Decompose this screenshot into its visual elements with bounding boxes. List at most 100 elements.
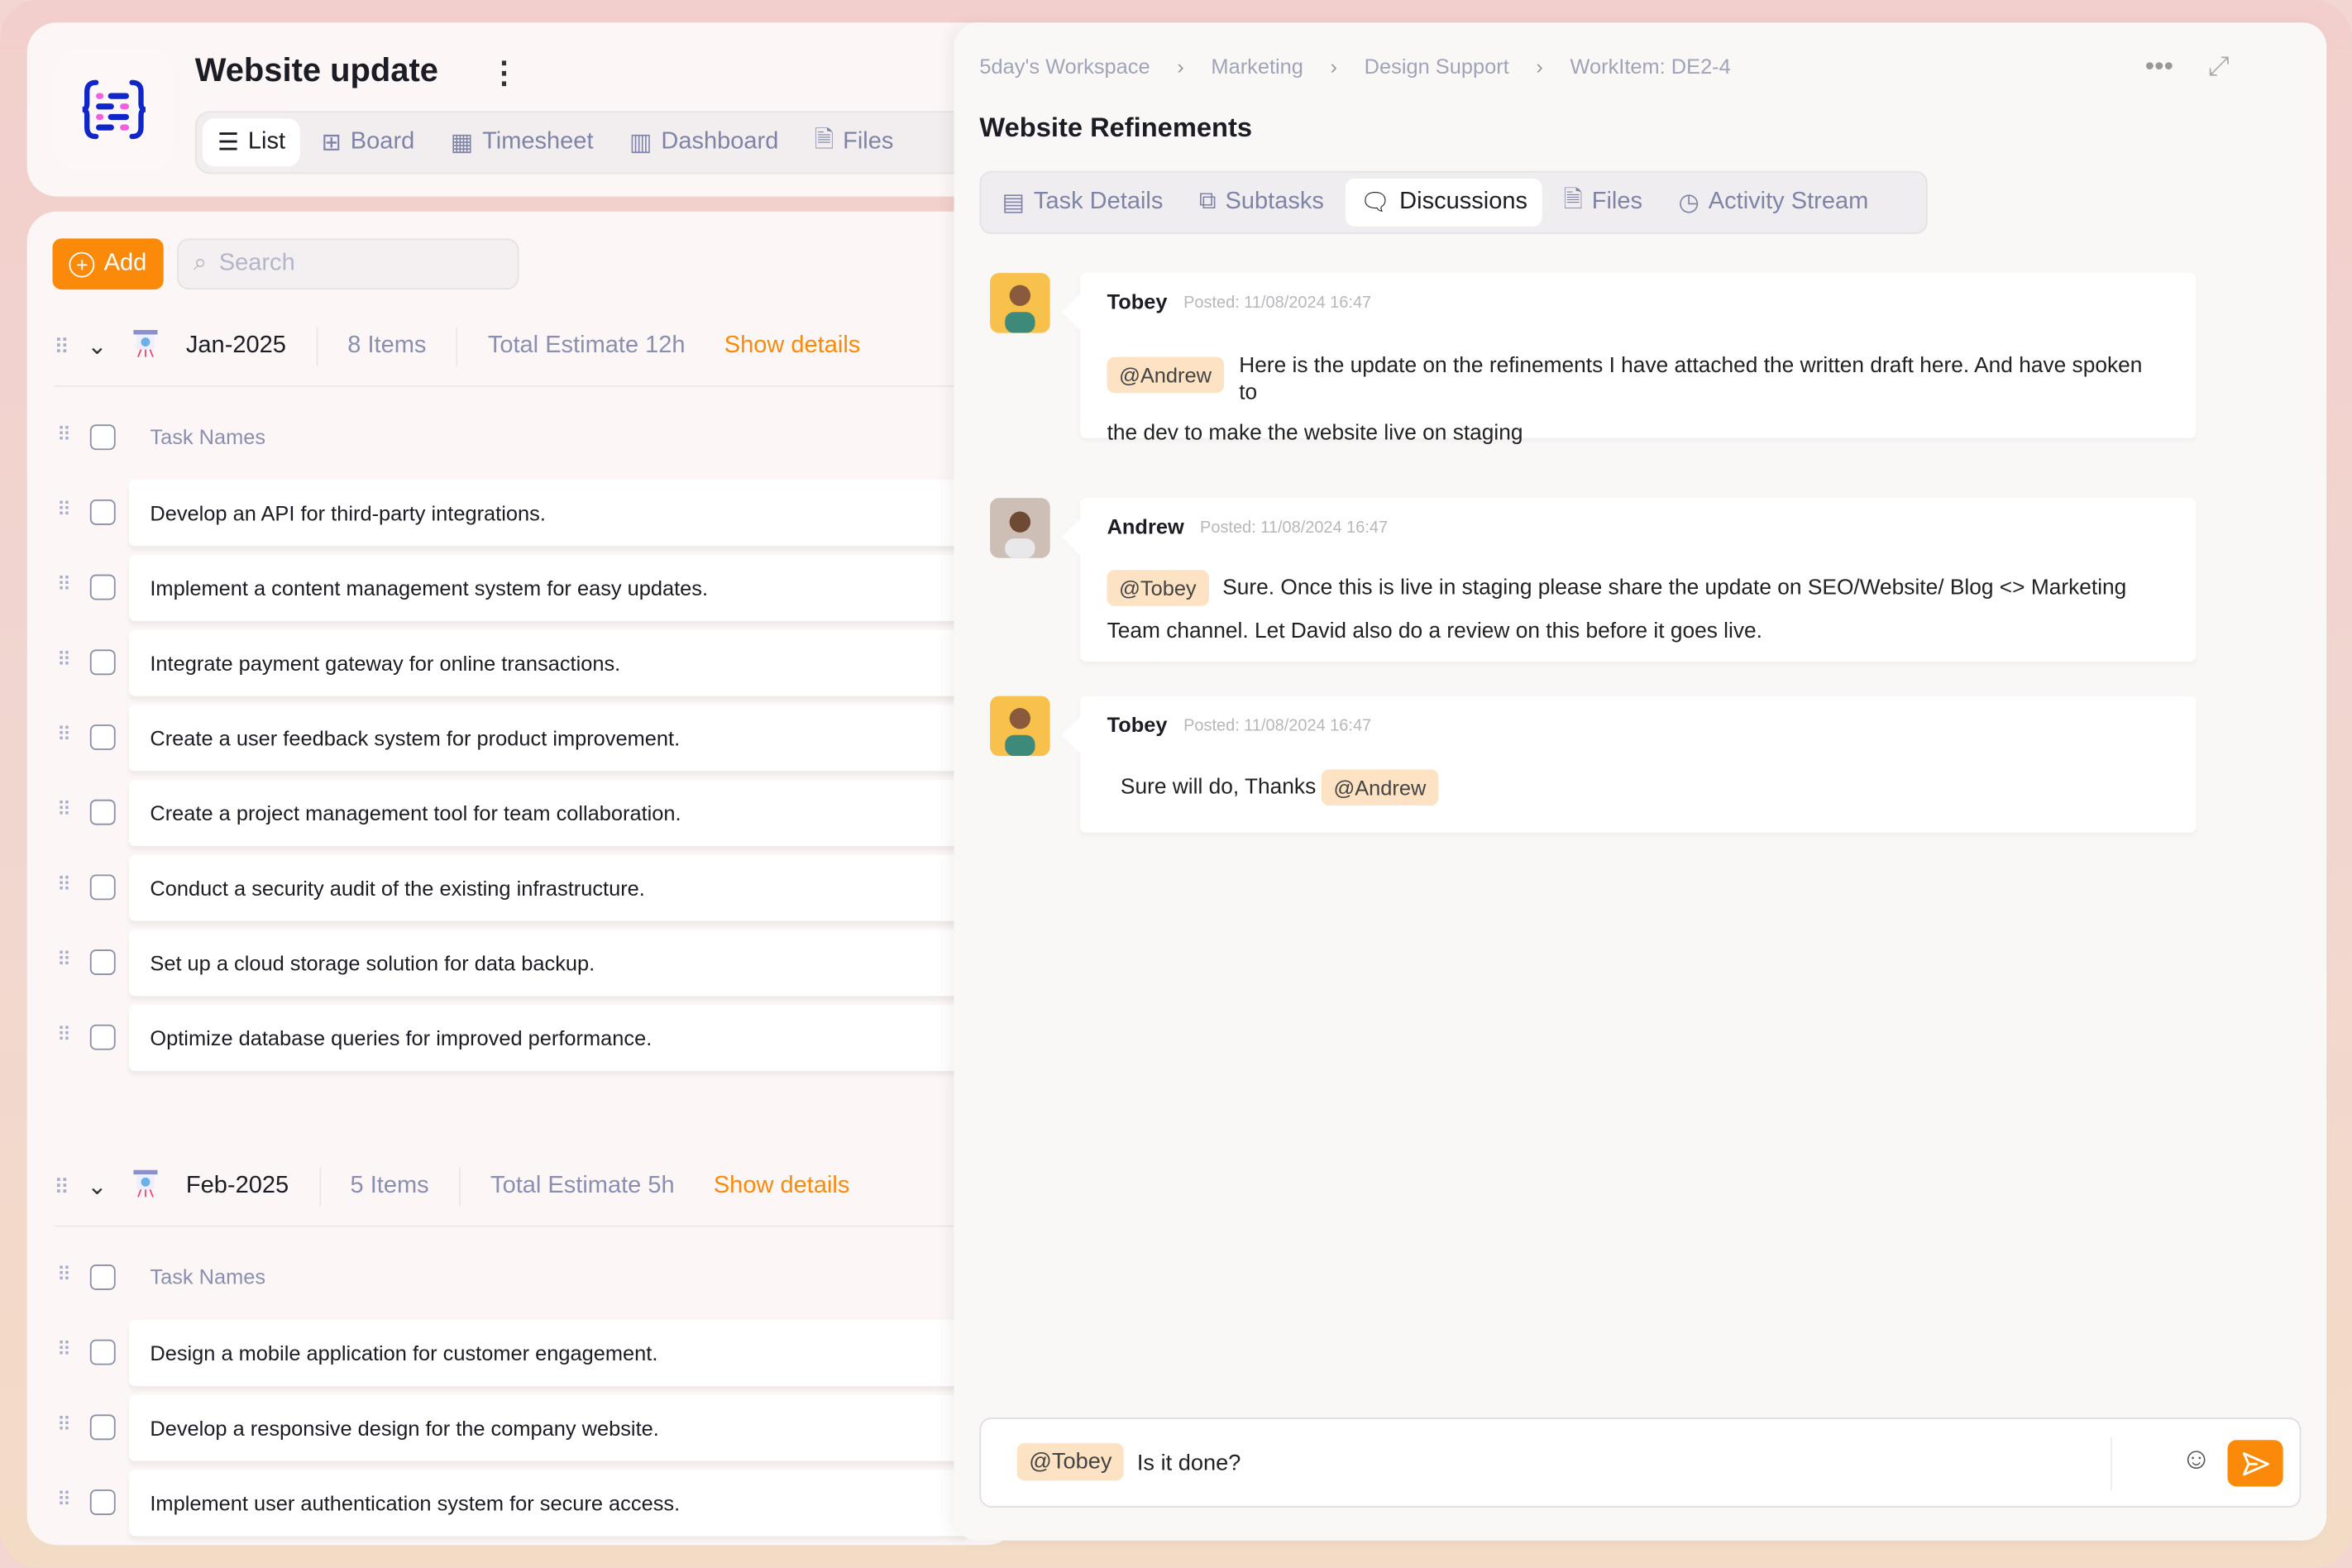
avatar-andrew xyxy=(990,498,1050,558)
task-checkbox[interactable] xyxy=(89,574,116,600)
column-header-task-names: Task Names xyxy=(150,1264,266,1289)
message-text: Here is the update on the refinements I … xyxy=(1239,354,2143,405)
drag-handle-icon[interactable]: ⠿ xyxy=(57,873,71,897)
divider xyxy=(54,1225,954,1227)
drag-handle-icon[interactable]: ⠿ xyxy=(57,1338,71,1362)
tab-activity-stream[interactable]: ◷ Activity Stream xyxy=(1663,179,1883,227)
project-title: Website update xyxy=(194,50,438,89)
chevron-down-icon[interactable]: ⌄ xyxy=(87,1172,131,1202)
table-header-row: ⠿ Task Names xyxy=(54,1245,954,1311)
select-all-checkbox[interactable] xyxy=(89,1264,116,1290)
group-total-estimate: Total Estimate 12h xyxy=(487,332,686,359)
chevron-down-icon[interactable]: ⌄ xyxy=(87,332,131,361)
drag-handle-icon[interactable]: ⠿ xyxy=(57,648,71,672)
tab-subtasks[interactable]: ⧉ Subtasks xyxy=(1184,179,1339,227)
tab-board[interactable]: ⊞ Board xyxy=(306,118,429,166)
drag-handle-icon[interactable]: ⠿ xyxy=(57,1488,71,1512)
task-name[interactable]: Create a user feedback system for produc… xyxy=(128,705,969,772)
task-checkbox[interactable] xyxy=(89,874,116,901)
task-checkbox[interactable] xyxy=(89,949,116,975)
task-name[interactable]: Implement user authentication system for… xyxy=(128,1470,969,1537)
task-checkbox[interactable] xyxy=(89,1489,116,1515)
task-name[interactable]: Develop a responsive design for the comp… xyxy=(128,1394,969,1461)
calendar-clock-icon: ▦ xyxy=(450,130,474,156)
message-card: Andrew Posted: 11/08/2024 16:47 @Tobey S… xyxy=(1062,498,2197,662)
breadcrumb-workspace[interactable]: 5day's Workspace xyxy=(979,54,1150,78)
tab-discussions[interactable]: 🗨 Discussions xyxy=(1345,178,1543,227)
tab-task-details[interactable]: ▤ Task Details xyxy=(987,179,1178,227)
avatar-tobey xyxy=(990,696,1050,757)
task-name[interactable]: Set up a cloud storage solution for data… xyxy=(128,930,969,997)
chevron-right-icon: › xyxy=(1177,54,1184,79)
drag-handle-icon[interactable]: ⠿ xyxy=(57,798,71,822)
message-text: Sure. Once this is live in staging pleas… xyxy=(1222,576,2127,600)
show-details-link[interactable]: Show details xyxy=(724,333,861,361)
task-checkbox[interactable] xyxy=(89,799,116,825)
mention-chip[interactable]: @Andrew xyxy=(1107,356,1224,394)
presentation-icon xyxy=(132,327,186,365)
group-header: ⠿ ⌄ Feb-2025 5 Items Total Estimate 5h S… xyxy=(54,1164,954,1209)
avatar-tobey xyxy=(990,273,1050,333)
tab-files[interactable]: 🗎 Files xyxy=(1548,179,1657,227)
drag-handle-icon[interactable]: ⠿ xyxy=(57,573,71,597)
task-name[interactable]: Integrate payment gateway for online tra… xyxy=(128,629,969,696)
mention-chip[interactable]: @Tobey xyxy=(1107,570,1209,606)
search-input[interactable]: ⌕ Search xyxy=(177,238,519,290)
group-total-estimate: Total Estimate 5h xyxy=(490,1173,675,1199)
divider xyxy=(2111,1437,2112,1491)
task-name[interactable]: Create a project management tool for tea… xyxy=(128,780,969,846)
tab-list[interactable]: ☰ List xyxy=(202,118,301,167)
tab-dashboard[interactable]: ▥ Dashboard xyxy=(614,118,794,166)
add-button[interactable]: + Add xyxy=(52,238,164,290)
emoji-icon[interactable]: ☺ xyxy=(2181,1443,2211,1478)
task-name[interactable]: Optimize database queries for improved p… xyxy=(128,1005,969,1072)
task-name[interactable]: Implement a content management system fo… xyxy=(128,555,969,621)
drag-handle-icon[interactable]: ⠿ xyxy=(57,423,71,447)
task-checkbox[interactable] xyxy=(89,724,116,750)
task-name[interactable]: Design a mobile application for customer… xyxy=(128,1320,969,1386)
group-name: Feb-2025 xyxy=(185,1173,289,1199)
search-icon: ⌕ xyxy=(193,250,208,276)
task-name[interactable]: Conduct a security audit of the existing… xyxy=(128,854,969,921)
drag-handle-icon[interactable]: ⠿ xyxy=(54,334,87,360)
drag-handle-icon[interactable]: ⠿ xyxy=(57,1263,71,1287)
mention-chip[interactable]: @Andrew xyxy=(1321,769,1438,806)
divider xyxy=(316,327,318,366)
tab-files[interactable]: 🗎 Files xyxy=(800,118,909,166)
drag-handle-icon[interactable]: ⠿ xyxy=(57,948,71,972)
task-checkbox[interactable] xyxy=(89,499,116,525)
task-checkbox[interactable] xyxy=(89,1024,116,1050)
breadcrumb-workitem[interactable]: WorkItem: DE2-4 xyxy=(1570,54,1731,78)
breadcrumb-design-support[interactable]: Design Support xyxy=(1365,54,1509,78)
task-checkbox[interactable] xyxy=(89,1339,116,1365)
chart-icon: ▥ xyxy=(629,130,653,156)
table-row: ⠿ Develop a responsive design for the co… xyxy=(54,1394,969,1461)
divider xyxy=(458,1167,461,1207)
comment-input[interactable]: @Tobey Is it done? ☺ xyxy=(979,1417,2302,1508)
select-all-checkbox[interactable] xyxy=(89,424,116,451)
drag-handle-icon[interactable]: ⠿ xyxy=(57,723,71,747)
task-checkbox[interactable] xyxy=(89,1414,116,1441)
more-options-icon[interactable]: ⋮ xyxy=(489,54,519,91)
message-timestamp: Posted: 11/08/2024 16:47 xyxy=(1183,716,1372,735)
table-row: ⠿ Develop an API for third-party integra… xyxy=(54,480,969,547)
tab-timesheet[interactable]: ▦ Timesheet xyxy=(436,118,609,166)
divider xyxy=(456,327,458,366)
message-timestamp: Posted: 11/08/2024 16:47 xyxy=(1183,294,1372,313)
show-details-link[interactable]: Show details xyxy=(714,1173,850,1200)
expand-icon[interactable]: ⤢ xyxy=(2208,51,2230,83)
task-name[interactable]: Develop an API for third-party integrati… xyxy=(128,480,969,547)
task-checkbox[interactable] xyxy=(89,649,116,676)
drag-handle-icon[interactable]: ⠿ xyxy=(57,1413,71,1437)
table-row: ⠿ Create a project management tool for t… xyxy=(54,780,969,846)
send-button[interactable] xyxy=(2227,1440,2283,1487)
message-card: Tobey Posted: 11/08/2024 16:47 Sure will… xyxy=(1062,696,2197,833)
more-horizontal-icon[interactable]: ••• xyxy=(2145,51,2173,83)
drag-handle-icon[interactable]: ⠿ xyxy=(57,498,71,522)
breadcrumb-marketing[interactable]: Marketing xyxy=(1211,54,1303,78)
drag-handle-icon[interactable]: ⠿ xyxy=(54,1174,87,1199)
mention-chip[interactable]: @Tobey xyxy=(1016,1442,1125,1481)
comment-text[interactable]: Is it done? xyxy=(1137,1451,1241,1476)
chevron-right-icon: › xyxy=(1536,54,1543,79)
drag-handle-icon[interactable]: ⠿ xyxy=(57,1023,71,1047)
